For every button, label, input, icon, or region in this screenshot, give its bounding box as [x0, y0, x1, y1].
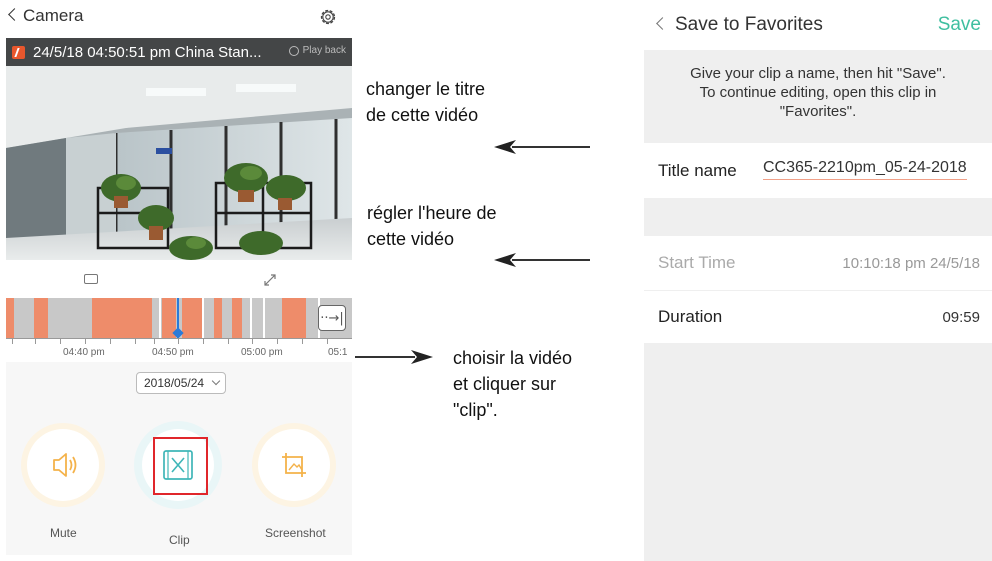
date-select[interactable]: 2018/05/24: [136, 372, 226, 394]
start-time-row[interactable]: Start Time 10:10:18 pm 24/5/18: [644, 236, 992, 290]
date-value: 2018/05/24: [144, 376, 205, 390]
screenshot-button[interactable]: [258, 429, 330, 501]
fullscreen-icon[interactable]: [262, 272, 278, 288]
ruler-label: 04:40 pm: [63, 347, 105, 358]
ruler-tick: [154, 339, 155, 344]
title-name-input[interactable]: CC365-2210pm_05-24-2018: [763, 159, 967, 180]
recorded-segment[interactable]: [282, 298, 306, 338]
duration-row[interactable]: Duration 09:59: [644, 291, 992, 343]
recorded-segment[interactable]: [214, 298, 222, 338]
playback-button[interactable]: Play back: [288, 45, 346, 56]
ruler-tick: [135, 339, 136, 344]
video-info-bar: 24/5/18 04:50:51 pm China Stan... Play b…: [6, 38, 352, 66]
chevron-down-icon: [211, 376, 221, 386]
save-hint: Give your clip a name, then hit "Save". …: [690, 65, 946, 120]
playback-label: Play back: [302, 45, 346, 56]
chevron-left-icon: [656, 17, 669, 30]
screenshot-label: Screenshot: [265, 526, 326, 540]
recorded-segment[interactable]: [182, 298, 202, 338]
segment-divider: [250, 298, 252, 338]
ruler-label: 05:00 pm: [241, 347, 283, 358]
ruler-tick: [228, 339, 229, 344]
camera-image: [6, 38, 352, 260]
recording-timeline[interactable]: ··→|: [6, 298, 352, 339]
video-controls: [6, 262, 352, 298]
ruler-tick: [178, 339, 179, 344]
title-name-row: Title name CC365-2210pm_05-24-2018: [644, 143, 992, 198]
duration-label: Duration: [658, 307, 723, 326]
ruler-tick: [327, 339, 328, 344]
duration-value: 09:59: [942, 308, 980, 326]
recorded-segment[interactable]: [92, 298, 152, 338]
arrow-left-icon: [494, 140, 590, 154]
ruler-tick: [60, 339, 61, 344]
chevron-left-icon: [8, 8, 21, 21]
aspect-ratio-icon[interactable]: [84, 274, 98, 284]
ruler-tick: [302, 339, 303, 344]
start-time-value: 10:10:18 pm 24/5/18: [842, 254, 980, 272]
go-to-live-button[interactable]: ··→|: [318, 305, 346, 331]
clip-label: Clip: [169, 533, 190, 547]
recording-icon: [12, 45, 25, 59]
ruler-label: 04:50 pm: [152, 347, 194, 358]
segment-divider: [263, 298, 265, 338]
clip-annotation: choisir la vidéo et cliquer sur "clip".: [453, 348, 573, 420]
video-timestamp: 24/5/18 04:50:51 pm China Stan...: [33, 43, 262, 61]
page-title: Save to Favorites: [675, 14, 823, 35]
gear-icon[interactable]: [318, 7, 338, 27]
camera-header: Camera: [0, 0, 352, 38]
save-button[interactable]: Save: [938, 14, 981, 36]
ruler-tick: [277, 339, 278, 344]
arrow-right-icon: [355, 350, 433, 364]
segment-divider: [202, 298, 204, 338]
time-annotation: régler l'heure de cette vidéo: [367, 203, 497, 249]
mute-label: Mute: [50, 526, 77, 540]
recorded-segment[interactable]: [34, 298, 48, 338]
segment-divider: [159, 298, 161, 338]
title-name-label: Title name: [658, 160, 737, 180]
save-favorites-screen: Save to Favorites Save Give your clip a …: [644, 0, 992, 561]
ruler-label: 05:1: [328, 347, 348, 358]
speaker-icon: [53, 453, 77, 477]
save-header: Save to Favorites Save: [644, 0, 992, 50]
clock-icon: [288, 45, 299, 56]
back-label: Camera: [23, 6, 84, 25]
mute-button[interactable]: [27, 429, 99, 501]
ruler-tick: [35, 339, 36, 344]
arrow-left-icon: [494, 253, 590, 267]
clip-highlight-box: [153, 437, 208, 495]
timeline-ruler: 04:40 pm 04:50 pm 05:00 pm 05:1: [6, 338, 352, 362]
recorded-segment[interactable]: [6, 298, 14, 338]
title-annotation: changer le titre de cette vidéo: [366, 79, 486, 125]
recorded-segment[interactable]: [232, 298, 242, 338]
back-button[interactable]: Save to Favorites: [656, 14, 823, 36]
ruler-tick: [110, 339, 111, 344]
ruler-tick: [12, 339, 13, 344]
back-button[interactable]: Camera: [8, 6, 84, 26]
video-feed[interactable]: 24/5/18 04:50:51 pm China Stan... Play b…: [6, 38, 352, 260]
start-time-label: Start Time: [658, 253, 736, 272]
crop-image-icon: [282, 453, 306, 477]
ruler-tick: [252, 339, 253, 344]
ruler-tick: [85, 339, 86, 344]
ruler-tick: [203, 339, 204, 344]
